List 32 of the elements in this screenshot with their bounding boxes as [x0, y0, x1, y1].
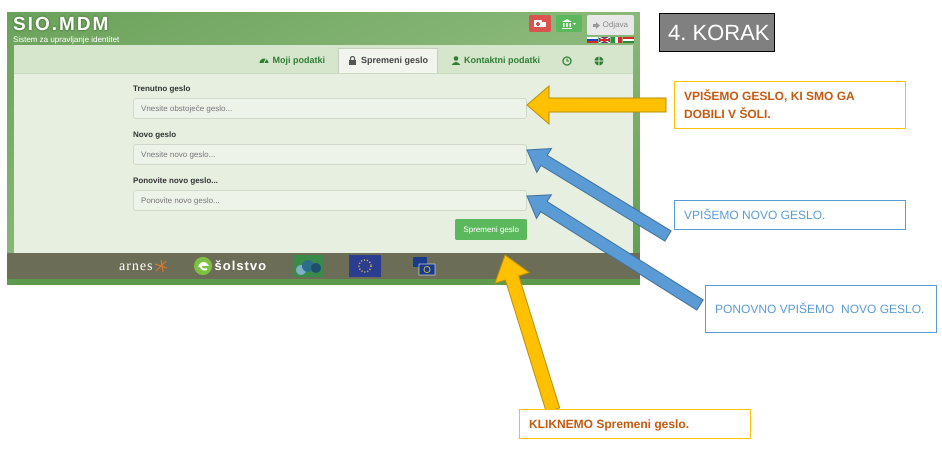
tab[interactable]: Spremeni geslo — [338, 48, 438, 73]
solstvo-logo-text: šolstvo — [214, 257, 268, 276]
app-logo: SIO.MDM — [13, 15, 112, 35]
callout-text: PONOVNO VPIŠEMO NOVO GESLO. — [705, 285, 937, 333]
app-subtitle: Sistem za upravljanje identitet — [13, 35, 120, 44]
arnes-logo-text: arnes — [119, 258, 154, 276]
user-icon — [451, 56, 461, 66]
password-field[interactable]: Vnesite novo geslo... — [133, 144, 527, 165]
step-label: 4. KORAK — [659, 13, 775, 52]
field-label: Novo geslo — [133, 129, 178, 141]
lock-icon — [348, 56, 358, 66]
field-label: Ponovite novo geslo... — [133, 175, 219, 187]
globe-icon — [594, 56, 604, 66]
clock-icon — [562, 56, 572, 66]
bank-icon — [562, 18, 576, 28]
ambulance-button[interactable] — [528, 15, 551, 32]
e-logo-icon — [194, 257, 212, 275]
dashboard-icon — [259, 56, 270, 66]
tab[interactable]: Kontaktni podatki — [442, 48, 549, 73]
password-field[interactable]: Vnesite obstoječe geslo... — [133, 98, 527, 119]
field-label: Trenutno geslo — [133, 83, 192, 95]
password-field[interactable]: Ponovite novo geslo... — [133, 190, 527, 211]
submit-button[interactable]: Spremeni geslo — [455, 219, 527, 240]
institution-button[interactable] — [556, 15, 582, 32]
callout-text: VPIŠEMO GESLO, KI SMO GA DOBILI V ŠOLI. — [674, 81, 906, 129]
people-logo-icon — [293, 255, 324, 277]
callout-text: VPIŠEMO NOVO GESLO. — [674, 200, 906, 230]
tab[interactable]: Moji podatki — [250, 48, 334, 73]
callout-text: KLIKNEMO Spremeni geslo. — [519, 409, 751, 439]
logout-icon — [592, 22, 600, 28]
logout-button[interactable]: Odjava — [586, 15, 634, 35]
eu-flag-icon — [349, 255, 382, 277]
